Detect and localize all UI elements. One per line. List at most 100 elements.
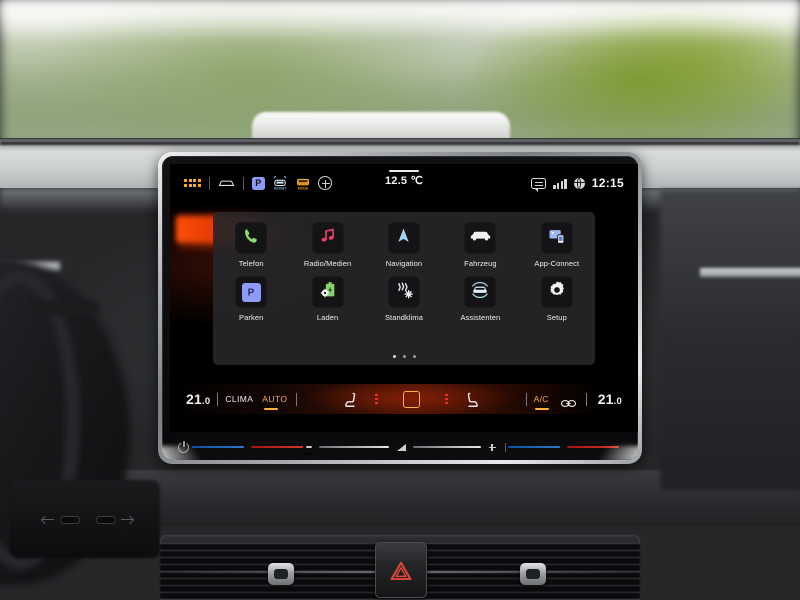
steering-column-stalk	[30, 300, 100, 316]
app-item-laden[interactable]: Laden	[289, 276, 365, 322]
heat-level-left-icon[interactable]	[375, 393, 378, 405]
assistenten-tile	[464, 276, 497, 308]
clima-button[interactable]: CLIMA	[225, 394, 253, 404]
app-grid-icon[interactable]	[184, 179, 201, 187]
assistants-icon	[470, 280, 490, 305]
usb-c-port-right[interactable]	[96, 516, 116, 524]
app-label: Fahrzeug	[464, 259, 497, 268]
dashboard-seam	[0, 141, 800, 145]
climate-center-button[interactable]	[402, 390, 420, 408]
status-bar: P ASSIST MODE 12.5 ℃ 12:15	[170, 164, 638, 202]
usb-c-port-left[interactable]	[60, 516, 80, 524]
vehicle-icon[interactable]	[218, 178, 235, 188]
page-dot-2[interactable]	[402, 355, 406, 358]
svg-text:MODE: MODE	[298, 186, 309, 190]
driver-temperature-value[interactable]: 21.0	[186, 391, 210, 407]
hazard-warning-button[interactable]	[375, 542, 427, 598]
climate-bar: 21.0 CLIMA AUTO A/C 21.0	[170, 384, 638, 414]
volume-slider-right[interactable]	[412, 445, 481, 449]
svg-text:P: P	[248, 288, 255, 298]
parken-tile: P	[235, 276, 268, 308]
gear-icon	[547, 280, 567, 305]
passenger-temperature-value[interactable]: 21.0	[598, 391, 622, 407]
usb-right-arrow-icon	[119, 516, 133, 523]
driver-temp-warm-slider[interactable]	[250, 445, 303, 449]
car-interior-scene: P ASSIST MODE 12.5 ℃ 12:15 Telefon Radio…	[0, 0, 800, 600]
usb-left-arrow-icon	[42, 516, 56, 523]
app-connect-icon	[547, 226, 567, 251]
status-bar-left-icons: P ASSIST MODE	[184, 173, 332, 191]
auto-button[interactable]: AUTO	[262, 394, 287, 410]
connectivity-globe-icon[interactable]	[573, 177, 585, 189]
power-icon[interactable]	[178, 441, 189, 453]
climate-divider-4	[585, 392, 587, 406]
ac-button[interactable]: A/C	[534, 394, 549, 410]
app-launcher-panel: Telefon Radio/Medien Navigation Fahrzeug…	[213, 212, 595, 365]
app-connect-tile	[540, 222, 573, 254]
signal-bars-icon	[553, 178, 567, 189]
app-item-setup[interactable]: Setup	[519, 276, 595, 322]
app-label: Setup	[546, 313, 567, 322]
app-item-navigation[interactable]: Navigation	[366, 222, 442, 268]
standklima-icon	[394, 280, 414, 305]
laden-tile	[311, 276, 344, 308]
parking-badge-icon[interactable]: P	[251, 176, 265, 190]
app-item-assistenten[interactable]: Assistenten	[442, 276, 518, 322]
status-bar-right-icons: 12:15	[531, 176, 624, 192]
infotainment-screen[interactable]: P ASSIST MODE 12.5 ℃ 12:15 Telefon Radio…	[170, 164, 638, 432]
music-note-icon	[318, 226, 337, 250]
touch-slider-strip: −	[162, 434, 638, 460]
app-label: Assistenten	[460, 313, 501, 322]
message-icon[interactable]	[531, 177, 547, 192]
app-label: App-Connect	[534, 259, 580, 268]
app-item-app-connect[interactable]: App-Connect	[519, 222, 595, 268]
app-grid: Telefon Radio/Medien Navigation Fahrzeug…	[213, 222, 595, 322]
app-item-parken[interactable]: P Parken	[213, 276, 289, 322]
volume-plus-label[interactable]	[488, 443, 496, 451]
windshield-glare	[0, 0, 800, 40]
volume-minus-label[interactable]: −	[305, 446, 315, 460]
app-item-radio-medien[interactable]: Radio/Medien	[289, 222, 365, 268]
seat-heating-right-icon[interactable]	[465, 392, 479, 407]
volume-wedge-icon	[396, 443, 406, 451]
app-item-standklima[interactable]: Standklima	[366, 276, 442, 322]
add-shortcut-icon[interactable]	[317, 176, 332, 190]
heat-level-right-icon[interactable]	[444, 393, 448, 405]
passenger-temp-warm-slider[interactable]	[567, 445, 620, 449]
slider-divider	[504, 442, 506, 452]
passenger-temp-cool-slider[interactable]	[508, 445, 561, 449]
outside-temperature: 12.5 ℃	[344, 170, 464, 187]
volume-slider-left[interactable]	[318, 445, 389, 449]
climate-divider-2	[296, 392, 298, 406]
vent-adjuster-left[interactable]	[268, 563, 294, 585]
infotainment-head-unit: P ASSIST MODE 12.5 ℃ 12:15 Telefon Radio…	[158, 152, 642, 464]
right-dashboard-panel	[660, 190, 800, 490]
clock: 12:15	[591, 176, 624, 190]
vent-adjuster-right[interactable]	[520, 563, 546, 585]
charging-battery-icon	[318, 280, 338, 305]
setup-tile	[540, 276, 573, 308]
status-divider-1	[208, 176, 210, 190]
app-label: Parken	[239, 313, 264, 322]
app-item-fahrzeug[interactable]: Fahrzeug	[442, 222, 518, 268]
steering-wheel-heating-icon[interactable]	[560, 395, 577, 407]
navigation-tile	[387, 222, 420, 254]
right-chrome-trim	[700, 268, 800, 277]
seat-heating-left-icon[interactable]	[344, 392, 358, 407]
driver-temp-cool-slider[interactable]	[191, 445, 244, 449]
app-label: Telefon	[238, 259, 264, 268]
standklima-tile	[387, 276, 420, 308]
page-indicator[interactable]	[213, 355, 595, 358]
climate-divider-3	[525, 392, 527, 406]
temperature-tick	[389, 170, 419, 172]
app-item-telefon[interactable]: Telefon	[213, 222, 289, 268]
page-dot-3[interactable]	[412, 355, 416, 358]
status-divider-2	[242, 176, 244, 190]
radio-medien-tile	[311, 222, 344, 254]
drive-mode-icon[interactable]: MODE	[295, 176, 311, 191]
phone-icon	[241, 226, 261, 251]
assist-icon[interactable]: ASSIST	[272, 173, 288, 191]
navigation-arrow-icon	[394, 226, 413, 250]
page-dot-1[interactable]	[392, 355, 396, 358]
car-icon	[470, 229, 491, 247]
